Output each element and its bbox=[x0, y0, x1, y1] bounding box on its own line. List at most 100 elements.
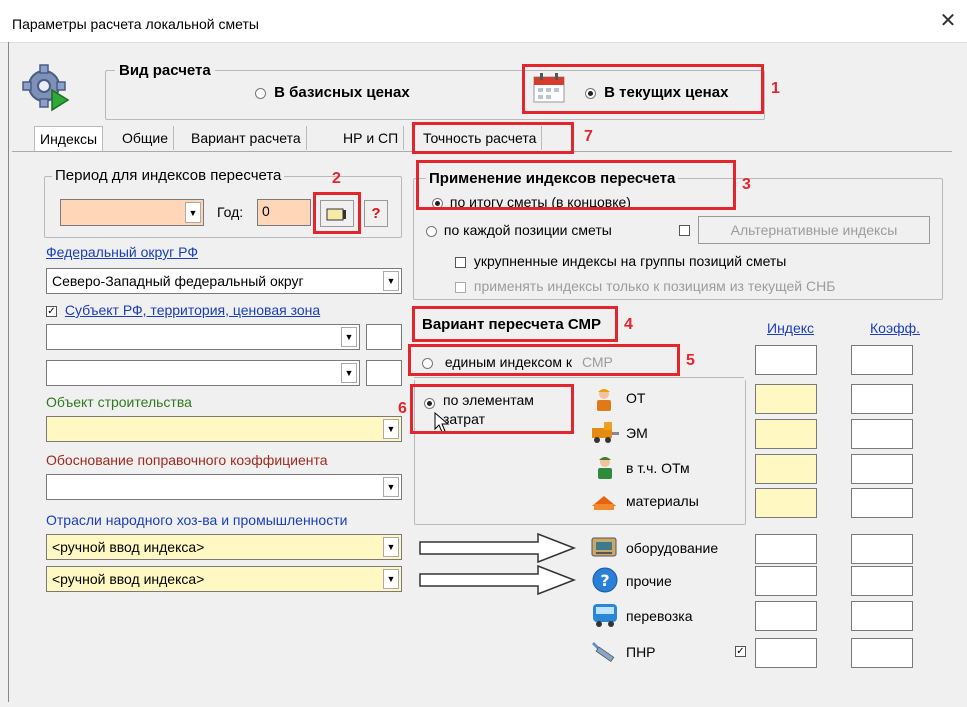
only-current-row[interactable]: применять индексы только к позициям из т… bbox=[455, 278, 835, 294]
industries-label: Отрасли народного хоз-ва и промышленност… bbox=[46, 512, 348, 528]
close-icon[interactable]: ✕ bbox=[935, 8, 961, 34]
em-index-input[interactable] bbox=[755, 419, 817, 449]
badge-7: 7 bbox=[584, 128, 593, 145]
other-index-input[interactable] bbox=[755, 566, 817, 596]
cost-em-label: ЭМ bbox=[626, 425, 648, 441]
chevron-down-icon[interactable]: ▼ bbox=[383, 419, 399, 439]
badge-5: 5 bbox=[686, 352, 695, 369]
subject-row: ✓ Субъект РФ, территория, ценовая зона bbox=[46, 302, 320, 318]
ot-index-input[interactable] bbox=[755, 384, 817, 414]
arrow-right-icon bbox=[418, 532, 578, 568]
highlight-box-7 bbox=[412, 122, 574, 154]
period-label: Период для индексов пересчета bbox=[52, 167, 285, 184]
materials-index-input[interactable] bbox=[755, 488, 817, 518]
subject-select-1[interactable]: ▼ bbox=[46, 324, 360, 350]
subject-checkbox[interactable]: ✓ bbox=[46, 305, 57, 317]
machine-icon bbox=[590, 420, 620, 444]
pnr-checkbox[interactable]: ✓ bbox=[735, 646, 746, 657]
badge-2: 2 bbox=[332, 170, 341, 187]
wrench-icon bbox=[590, 636, 620, 664]
pnr-coef-input[interactable] bbox=[851, 638, 913, 668]
chevron-down-icon[interactable]: ▼ bbox=[383, 537, 399, 557]
cost-pnr-label: ПНР bbox=[626, 644, 656, 660]
object-label: Объект строительства bbox=[46, 394, 192, 410]
object-select[interactable]: ▼ bbox=[46, 416, 402, 442]
subject-select-2[interactable]: ▼ bbox=[46, 360, 360, 386]
highlight-box-1 bbox=[522, 64, 764, 114]
highlight-box-3 bbox=[416, 160, 736, 210]
chevron-down-icon[interactable]: ▼ bbox=[383, 477, 399, 497]
cost-transport-label: перевозка bbox=[626, 608, 693, 624]
equipment-coef-input[interactable] bbox=[851, 534, 913, 564]
question-circle-icon: ? bbox=[591, 566, 619, 594]
svg-text:?: ? bbox=[600, 571, 609, 590]
industry-select-2[interactable]: <ручной ввод индекса> ▼ bbox=[46, 566, 402, 592]
single-index-input[interactable] bbox=[755, 345, 817, 375]
operator-icon bbox=[594, 454, 616, 480]
cost-otm-label: в т.ч. ОТм bbox=[626, 460, 690, 476]
badge-6: 6 bbox=[398, 400, 407, 417]
arrow-right-icon bbox=[418, 564, 578, 600]
enlarged-indices-row[interactable]: укрупненные индексы на группы позиций см… bbox=[455, 253, 786, 269]
radio-base-icon[interactable] bbox=[255, 87, 266, 99]
year-input[interactable]: 0 bbox=[257, 199, 311, 226]
enlarged-checkbox[interactable] bbox=[455, 256, 466, 268]
single-coef-input[interactable] bbox=[851, 345, 913, 375]
alt-indices-checkbox[interactable] bbox=[679, 225, 690, 236]
justification-select[interactable]: ▼ bbox=[46, 474, 402, 500]
otm-coef-input[interactable] bbox=[851, 454, 913, 484]
transport-coef-input[interactable] bbox=[851, 601, 913, 631]
tab-calc-variant[interactable]: Вариант расчета bbox=[186, 126, 307, 150]
cost-ot-label: ОТ bbox=[626, 390, 646, 406]
tab-general[interactable]: Общие bbox=[117, 126, 175, 150]
transport-index-input[interactable] bbox=[755, 601, 817, 631]
cost-equipment-label: оборудование bbox=[626, 540, 719, 556]
calc-type-label: Вид расчета bbox=[115, 62, 215, 79]
alt-indices-button[interactable]: Альтернативные индексы bbox=[698, 216, 930, 244]
highlight-box-5 bbox=[408, 344, 680, 376]
only-current-checkbox[interactable] bbox=[455, 281, 466, 293]
badge-1: 1 bbox=[771, 80, 780, 97]
subject-code-2[interactable] bbox=[366, 360, 402, 386]
cost-other-label: прочие bbox=[626, 573, 672, 589]
tab-indices[interactable]: Индексы bbox=[34, 126, 104, 151]
col-coef-header[interactable]: Коэфф. bbox=[870, 320, 920, 336]
pnr-index-input[interactable] bbox=[755, 638, 817, 668]
help-button[interactable]: ? bbox=[364, 200, 388, 227]
subject-code-1[interactable] bbox=[366, 324, 402, 350]
cost-materials-label: материалы bbox=[626, 493, 699, 509]
highlight-box-4 bbox=[412, 306, 618, 342]
badge-4: 4 bbox=[624, 316, 633, 333]
chevron-down-icon[interactable]: ▼ bbox=[341, 363, 357, 383]
chevron-down-icon[interactable]: ▼ bbox=[185, 202, 201, 223]
federal-district-select[interactable]: Северо-Западный федеральный округ ▼ bbox=[46, 268, 402, 294]
subject-link[interactable]: Субъект РФ, территория, ценовая зона bbox=[65, 302, 320, 318]
materials-coef-input[interactable] bbox=[851, 488, 913, 518]
justification-label: Обоснование поправочного коэффициента bbox=[46, 452, 328, 468]
radio-base-prices[interactable]: В базисных ценах bbox=[255, 84, 410, 101]
chevron-down-icon[interactable]: ▼ bbox=[341, 327, 357, 347]
window-title: Параметры расчета локальной сметы bbox=[12, 16, 259, 32]
industry-select-1[interactable]: <ручной ввод индекса> ▼ bbox=[46, 534, 402, 560]
gear-icon bbox=[22, 62, 70, 112]
year-label: Год: bbox=[217, 204, 244, 220]
radio-each-position[interactable]: по каждой позиции сметы bbox=[426, 222, 612, 238]
tab-nr-sp[interactable]: НР и СП bbox=[338, 126, 405, 150]
em-coef-input[interactable] bbox=[851, 419, 913, 449]
col-index-header[interactable]: Индекс bbox=[767, 320, 814, 336]
other-coef-input[interactable] bbox=[851, 566, 913, 596]
highlight-box-6 bbox=[410, 384, 574, 434]
equipment-index-input[interactable] bbox=[755, 534, 817, 564]
federal-district-link[interactable]: Федеральный округ РФ bbox=[46, 244, 198, 260]
ot-coef-input[interactable] bbox=[851, 384, 913, 414]
radio-each-icon[interactable] bbox=[426, 225, 437, 237]
otm-index-input[interactable] bbox=[755, 454, 817, 484]
badge-3: 3 bbox=[742, 176, 751, 193]
equipment-icon bbox=[590, 534, 618, 560]
bus-icon bbox=[590, 600, 620, 628]
highlight-box-2 bbox=[313, 192, 361, 234]
window-frame bbox=[8, 42, 9, 702]
chevron-down-icon[interactable]: ▼ bbox=[383, 271, 399, 291]
period-combo[interactable]: ▼ bbox=[60, 199, 204, 226]
chevron-down-icon[interactable]: ▼ bbox=[383, 569, 399, 589]
